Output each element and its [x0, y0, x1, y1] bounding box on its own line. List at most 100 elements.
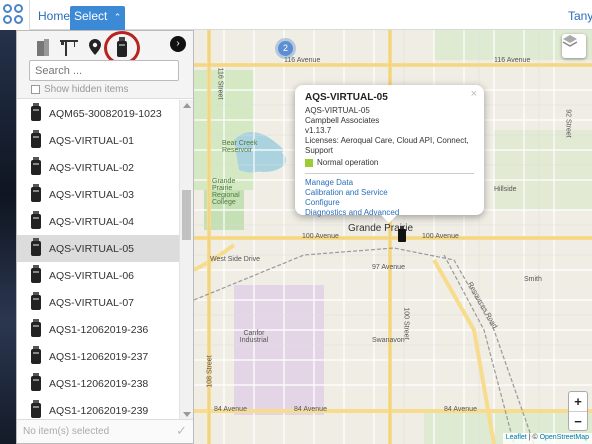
- scroll-up-icon[interactable]: [183, 103, 191, 108]
- list-item[interactable]: AQS1-12062019-238: [17, 370, 179, 397]
- list-item-label: AQS-VIRTUAL-04: [49, 215, 134, 228]
- search-input[interactable]: [29, 60, 179, 81]
- list-item[interactable]: AQS-VIRTUAL-04: [17, 208, 179, 235]
- map-view[interactable]: 116 Avenue 116 Avenue 100 Avenue 100 Ave…: [194, 30, 592, 444]
- marker-cluster[interactable]: 2: [278, 41, 293, 56]
- nav-select-label: Select: [74, 9, 108, 23]
- diagnostics-link[interactable]: Diagnostics and Advanced: [305, 208, 474, 218]
- expand-panel-button[interactable]: ›: [170, 36, 186, 52]
- close-icon[interactable]: ×: [471, 88, 477, 100]
- check-icon[interactable]: ✓: [176, 423, 187, 439]
- list-item-label: AQS-VIRTUAL-05: [49, 242, 134, 255]
- panel-footer: No item(s) selected ✓: [17, 419, 193, 443]
- map-label-84-avenue-west: 84 Avenue: [214, 406, 247, 413]
- list-item-label: AQM65-30082019-1023: [49, 107, 162, 120]
- zoom-in-button[interactable]: +: [569, 392, 587, 411]
- device-marker[interactable]: [398, 226, 406, 242]
- device-icon: [31, 373, 41, 391]
- list-item[interactable]: AQS1-12062019-237: [17, 343, 179, 370]
- manage-data-link[interactable]: Manage Data: [305, 178, 474, 188]
- list-item-label: AQS1-12062019-236: [49, 323, 149, 336]
- map-label-hillside: Hillside: [494, 186, 517, 193]
- popup-owner: Campbell Associates: [305, 116, 380, 125]
- show-hidden-toggle[interactable]: Show hidden items: [31, 84, 129, 95]
- chevron-up-icon: ⌃: [113, 12, 122, 22]
- map-label-97-avenue: 97 Avenue: [372, 264, 405, 271]
- popup-status: Normal operation: [305, 158, 474, 168]
- list-item[interactable]: AQS-VIRTUAL-07: [17, 289, 179, 316]
- popup-divider: [305, 173, 474, 174]
- device-list: AQM65-30082019-1023 AQS-VIRTUAL-01 AQS-VIR…: [17, 100, 179, 420]
- map-label-smith: Smith: [524, 276, 542, 283]
- scrollbar-thumb[interactable]: [182, 190, 191, 240]
- osm-link[interactable]: OpenStreetMap: [540, 434, 589, 441]
- device-icon: [31, 319, 41, 337]
- logo-icon[interactable]: [0, 0, 30, 30]
- selection-status: No item(s) selected: [23, 426, 110, 437]
- map-label-college: Grande Prairie Regional College: [212, 178, 240, 206]
- map-label-108-street: 108 Street: [206, 355, 214, 388]
- nav-select-dropdown[interactable]: Select ⌃: [70, 6, 126, 30]
- map-label-116-avenue: 116 Avenue: [284, 57, 321, 64]
- chevron-right-icon: ›: [176, 38, 180, 49]
- layers-button[interactable]: [562, 34, 586, 58]
- user-menu[interactable]: Tanya: [568, 9, 592, 23]
- configure-link[interactable]: Configure: [305, 198, 474, 208]
- device-icon: [31, 157, 41, 175]
- zoom-out-button[interactable]: −: [569, 411, 587, 430]
- list-item[interactable]: AQM65-30082019-1023: [17, 100, 179, 127]
- show-hidden-checkbox[interactable]: [31, 85, 40, 94]
- layers-icon: [562, 35, 578, 47]
- popup-title: AQS-VIRTUAL-05: [305, 92, 388, 103]
- scroll-down-icon[interactable]: [183, 412, 191, 417]
- list-item-label: AQS-VIRTUAL-02: [49, 161, 134, 174]
- list-item-label: AQS1-12062019-239: [49, 404, 149, 417]
- map-label-92-street: 92 Street: [564, 109, 572, 138]
- crane-icon: [60, 40, 78, 56]
- map-attribution: Leaflet | © OpenStreetMap: [502, 433, 592, 444]
- map-label-bear-creek: Bear Creek Reservoir: [222, 140, 258, 154]
- background-strip: [0, 30, 16, 444]
- show-hidden-label: Show hidden items: [44, 84, 129, 95]
- list-item[interactable]: AQS-VIRTUAL-01: [17, 127, 179, 154]
- location-pin-icon: [89, 39, 101, 55]
- list-item[interactable]: AQS-VIRTUAL-02: [17, 154, 179, 181]
- list-item[interactable]: AQS1-12062019-236: [17, 316, 179, 343]
- list-item[interactable]: AQS-VIRTUAL-05: [17, 235, 179, 262]
- map-label-84-avenue: 84 Avenue: [294, 406, 327, 413]
- map-label-west-side-drive: West Side Drive: [210, 256, 261, 263]
- popup-device-name: AQS-VIRTUAL-05: [305, 106, 370, 115]
- device-icon: [31, 238, 41, 256]
- device-icon: [31, 103, 41, 121]
- tab-sites[interactable]: [57, 35, 81, 59]
- status-text: Normal operation: [317, 158, 379, 167]
- leaflet-link[interactable]: Leaflet: [506, 434, 527, 441]
- map-label-84-avenue-east: 84 Avenue: [444, 406, 477, 413]
- device-icon: [31, 400, 41, 418]
- calibration-service-link[interactable]: Calibration and Service: [305, 188, 474, 198]
- nav-home-link[interactable]: Home: [34, 6, 74, 26]
- list-scrollbar[interactable]: [179, 100, 193, 420]
- list-item-label: AQS-VIRTUAL-01: [49, 134, 134, 147]
- device-icon: [31, 211, 41, 229]
- list-item[interactable]: AQS-VIRTUAL-03: [17, 181, 179, 208]
- map-label-116-street: 116 Street: [216, 67, 224, 100]
- map-label-116-avenue-east: 116 Avenue: [494, 57, 531, 64]
- attribution-separator: | ©: [526, 434, 540, 441]
- list-item-label: AQS-VIRTUAL-07: [49, 296, 134, 309]
- select-panel: › Show hidden items AQM65-30082019-1023A…: [16, 30, 194, 444]
- list-item[interactable]: AQS1-12062019-239: [17, 397, 179, 420]
- list-item[interactable]: AQS-VIRTUAL-06: [17, 262, 179, 289]
- list-item-label: AQS1-12062019-238: [49, 377, 149, 390]
- tab-buildings[interactable]: [31, 35, 55, 59]
- device-icon: [31, 184, 41, 202]
- device-icon: [31, 292, 41, 310]
- status-indicator: [305, 159, 313, 167]
- map-label-swanavon: Swanavon: [372, 337, 405, 344]
- top-bar: Home Select ⌃ Tanya: [0, 0, 592, 30]
- popup-licenses: Licenses: Aeroqual Care, Cloud API, Conn…: [305, 136, 469, 155]
- list-item-label: AQS-VIRTUAL-06: [49, 269, 134, 282]
- map-label-100-avenue-east: 100 Avenue: [422, 233, 459, 240]
- panel-header: › Show hidden items: [17, 31, 193, 99]
- map-label-canfor: Canfor Industrial: [239, 330, 269, 344]
